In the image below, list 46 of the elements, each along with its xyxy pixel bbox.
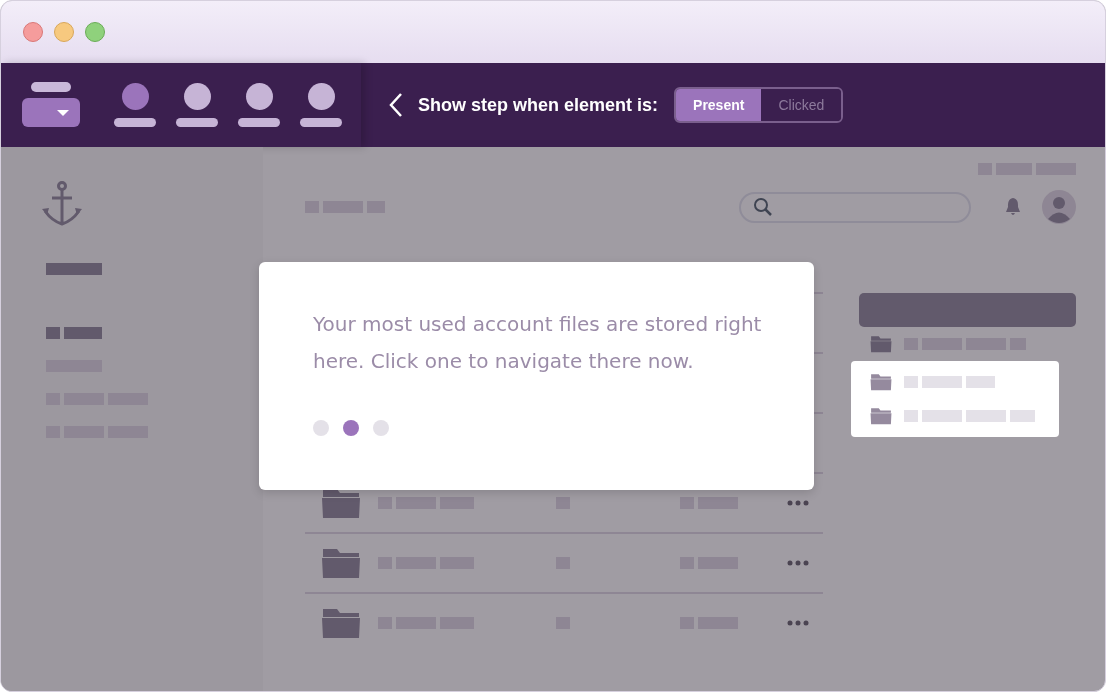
dropdown-button[interactable] <box>22 82 80 128</box>
step-thumbnail[interactable] <box>114 83 156 127</box>
anchor-icon <box>42 181 82 227</box>
tooltip-text: Your most used account files are stored right here. Click one to navigate there now. <box>313 311 763 375</box>
text-placeholder <box>46 327 60 339</box>
step-indicator-dot[interactable] <box>343 420 359 436</box>
step-indicator-dot[interactable] <box>313 420 329 436</box>
caret-icon <box>56 108 70 117</box>
text-placeholder <box>904 410 918 422</box>
bell-icon[interactable] <box>1003 197 1023 217</box>
folder-icon <box>870 373 892 391</box>
avatar-icon[interactable] <box>1042 190 1076 224</box>
text-placeholder <box>680 497 694 509</box>
text-placeholder <box>440 497 474 509</box>
text-placeholder <box>556 497 570 509</box>
step-thumbnail[interactable] <box>300 83 342 127</box>
search-field[interactable] <box>739 191 971 223</box>
text-placeholder <box>922 410 962 422</box>
zoom-button[interactable] <box>85 22 105 42</box>
text-placeholder <box>698 497 738 509</box>
folder-icon <box>321 547 361 579</box>
text-placeholder <box>378 497 392 509</box>
step-thumbnail[interactable] <box>176 83 218 127</box>
folder-icon <box>321 487 361 519</box>
text-placeholder <box>904 376 918 388</box>
more-icon[interactable] <box>787 620 809 626</box>
more-icon[interactable] <box>787 560 809 566</box>
more-icon[interactable] <box>787 500 809 506</box>
text-placeholder <box>966 410 1006 422</box>
text-placeholder <box>1010 410 1035 422</box>
text-placeholder <box>922 376 962 388</box>
folder-icon <box>870 407 892 425</box>
text-placeholder <box>966 376 995 388</box>
trigger-label: Show step when element is: <box>418 94 659 116</box>
step-indicator-dot[interactable] <box>373 420 389 436</box>
highlighted-files-panel[interactable] <box>851 361 1059 437</box>
close-button[interactable] <box>23 22 43 42</box>
folder-icon <box>870 335 892 353</box>
search-icon <box>753 197 773 217</box>
back-icon[interactable] <box>389 92 403 118</box>
folder-icon <box>321 607 361 639</box>
step-thumbnail[interactable] <box>238 83 280 127</box>
trigger-option[interactable]: Present <box>676 89 762 121</box>
text-placeholder <box>64 327 102 339</box>
text-placeholder <box>396 497 436 509</box>
text-placeholder <box>46 263 102 275</box>
